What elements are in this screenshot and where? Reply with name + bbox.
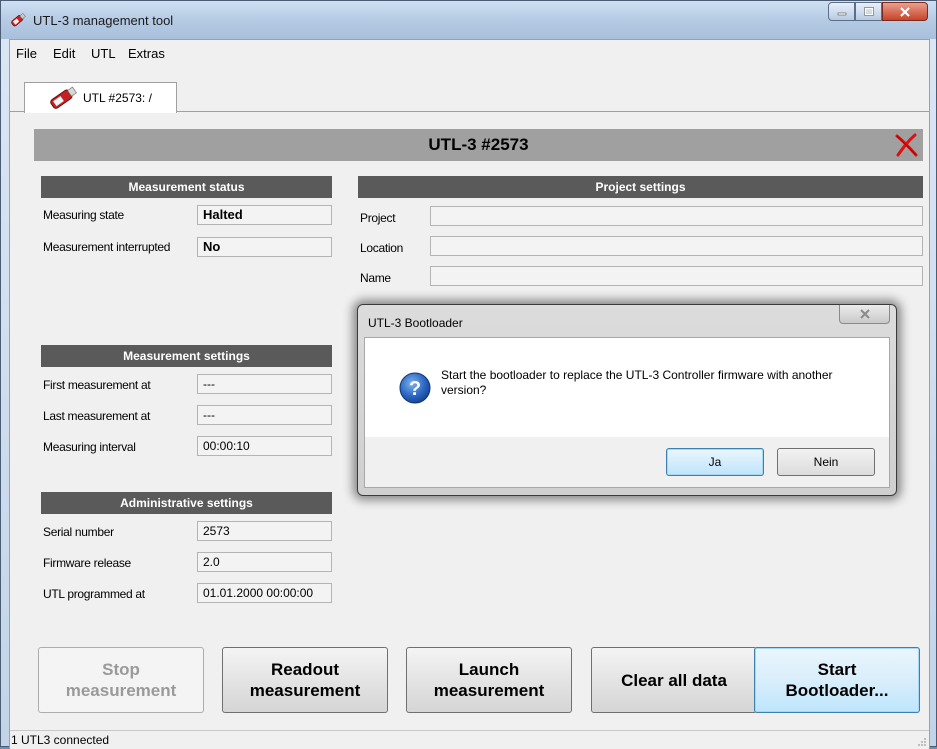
measurement-interrupted-label: Measurement interrupted (43, 240, 171, 254)
maximize-button[interactable] (855, 2, 882, 21)
close-icon (900, 6, 910, 17)
measurement-interrupted-value: No (197, 237, 332, 257)
window-controls (828, 2, 928, 21)
menu-edit[interactable]: Edit (53, 46, 75, 61)
menu-utl[interactable]: UTL (91, 46, 116, 61)
readout-measurement-button[interactable]: Readout measurement (222, 647, 388, 713)
location-label: Location (360, 241, 403, 255)
project-field[interactable] (430, 206, 923, 226)
minimize-icon (837, 12, 846, 15)
utl-programmed-label: UTL programmed at (43, 587, 145, 601)
title-bar[interactable]: UTL-3 management tool (1, 1, 936, 39)
resize-grip-icon[interactable] (917, 737, 927, 747)
clear-all-data-button[interactable]: Clear all data (591, 647, 757, 713)
device-title: UTL-3 #2573 (428, 135, 529, 154)
svg-text:?: ? (409, 378, 421, 400)
bootloader-dialog: UTL-3 Bootloader ? Start the bootloader … (357, 304, 897, 496)
administrative-settings-heading: Administrative settings (41, 492, 332, 514)
maximize-icon (863, 6, 874, 16)
app-window: UTL-3 management tool File Edit UTL Extr… (0, 0, 937, 749)
usb-logger-icon (50, 86, 77, 109)
measuring-interval-value: 00:00:10 (197, 436, 332, 456)
window-title: UTL-3 management tool (33, 13, 174, 28)
project-settings-heading: Project settings (358, 176, 923, 198)
menu-extras[interactable]: Extras (128, 46, 165, 61)
dialog-title: UTL-3 Bootloader (368, 316, 463, 330)
utl-programmed-value: 01.01.2000 00:00:00 (197, 583, 332, 603)
measuring-interval-label: Measuring interval (43, 440, 136, 454)
measuring-state-value: Halted (197, 205, 332, 225)
launch-measurement-button[interactable]: Launch measurement (406, 647, 572, 713)
no-button[interactable]: Nein (777, 448, 875, 476)
firmware-release-value: 2.0 (197, 552, 332, 572)
dialog-message: Start the bootloader to replace the UTL-… (441, 368, 833, 397)
menu-bar: File Edit UTL Extras (10, 40, 929, 66)
first-measurement-label: First measurement at (43, 378, 151, 392)
serial-number-label: Serial number (43, 525, 114, 539)
status-text: 1 UTL3 connected (11, 733, 110, 747)
firmware-release-label: Firmware release (43, 556, 131, 570)
last-measurement-label: Last measurement at (43, 409, 151, 423)
dialog-close-button[interactable] (839, 305, 890, 324)
menu-file[interactable]: File (16, 46, 37, 61)
dialog-body: ? Start the bootloader to replace the UT… (364, 337, 890, 437)
name-label: Name (360, 271, 391, 285)
first-measurement-value: --- (197, 374, 332, 394)
measurement-status-heading: Measurement status (41, 176, 332, 198)
start-bootloader-button[interactable]: Start Bootloader... (754, 647, 920, 713)
device-header: UTL-3 #2573 (34, 129, 923, 161)
tab-strip: UTL #2573: / (10, 66, 929, 113)
tab-label: UTL #2573: / (83, 91, 152, 105)
close-button[interactable] (882, 2, 928, 21)
usb-logger-icon (11, 12, 26, 27)
status-bar: 1 UTL3 connected (10, 730, 929, 749)
red-x-icon[interactable] (893, 132, 919, 158)
measurement-settings-heading: Measurement settings (41, 345, 332, 367)
measuring-state-label: Measuring state (43, 208, 124, 222)
serial-number-value: 2573 (197, 521, 332, 541)
name-field[interactable] (430, 266, 923, 286)
minimize-button[interactable] (828, 2, 855, 21)
stop-measurement-button[interactable]: Stop measurement (38, 647, 204, 713)
last-measurement-value: --- (197, 405, 332, 425)
project-label: Project (360, 211, 396, 225)
dialog-footer: Ja Nein (364, 437, 890, 488)
tab-utl-2573[interactable]: UTL #2573: / (24, 82, 177, 113)
question-icon: ? (399, 372, 431, 404)
close-icon (859, 309, 870, 319)
yes-button[interactable]: Ja (666, 448, 764, 476)
location-field[interactable] (430, 236, 923, 256)
